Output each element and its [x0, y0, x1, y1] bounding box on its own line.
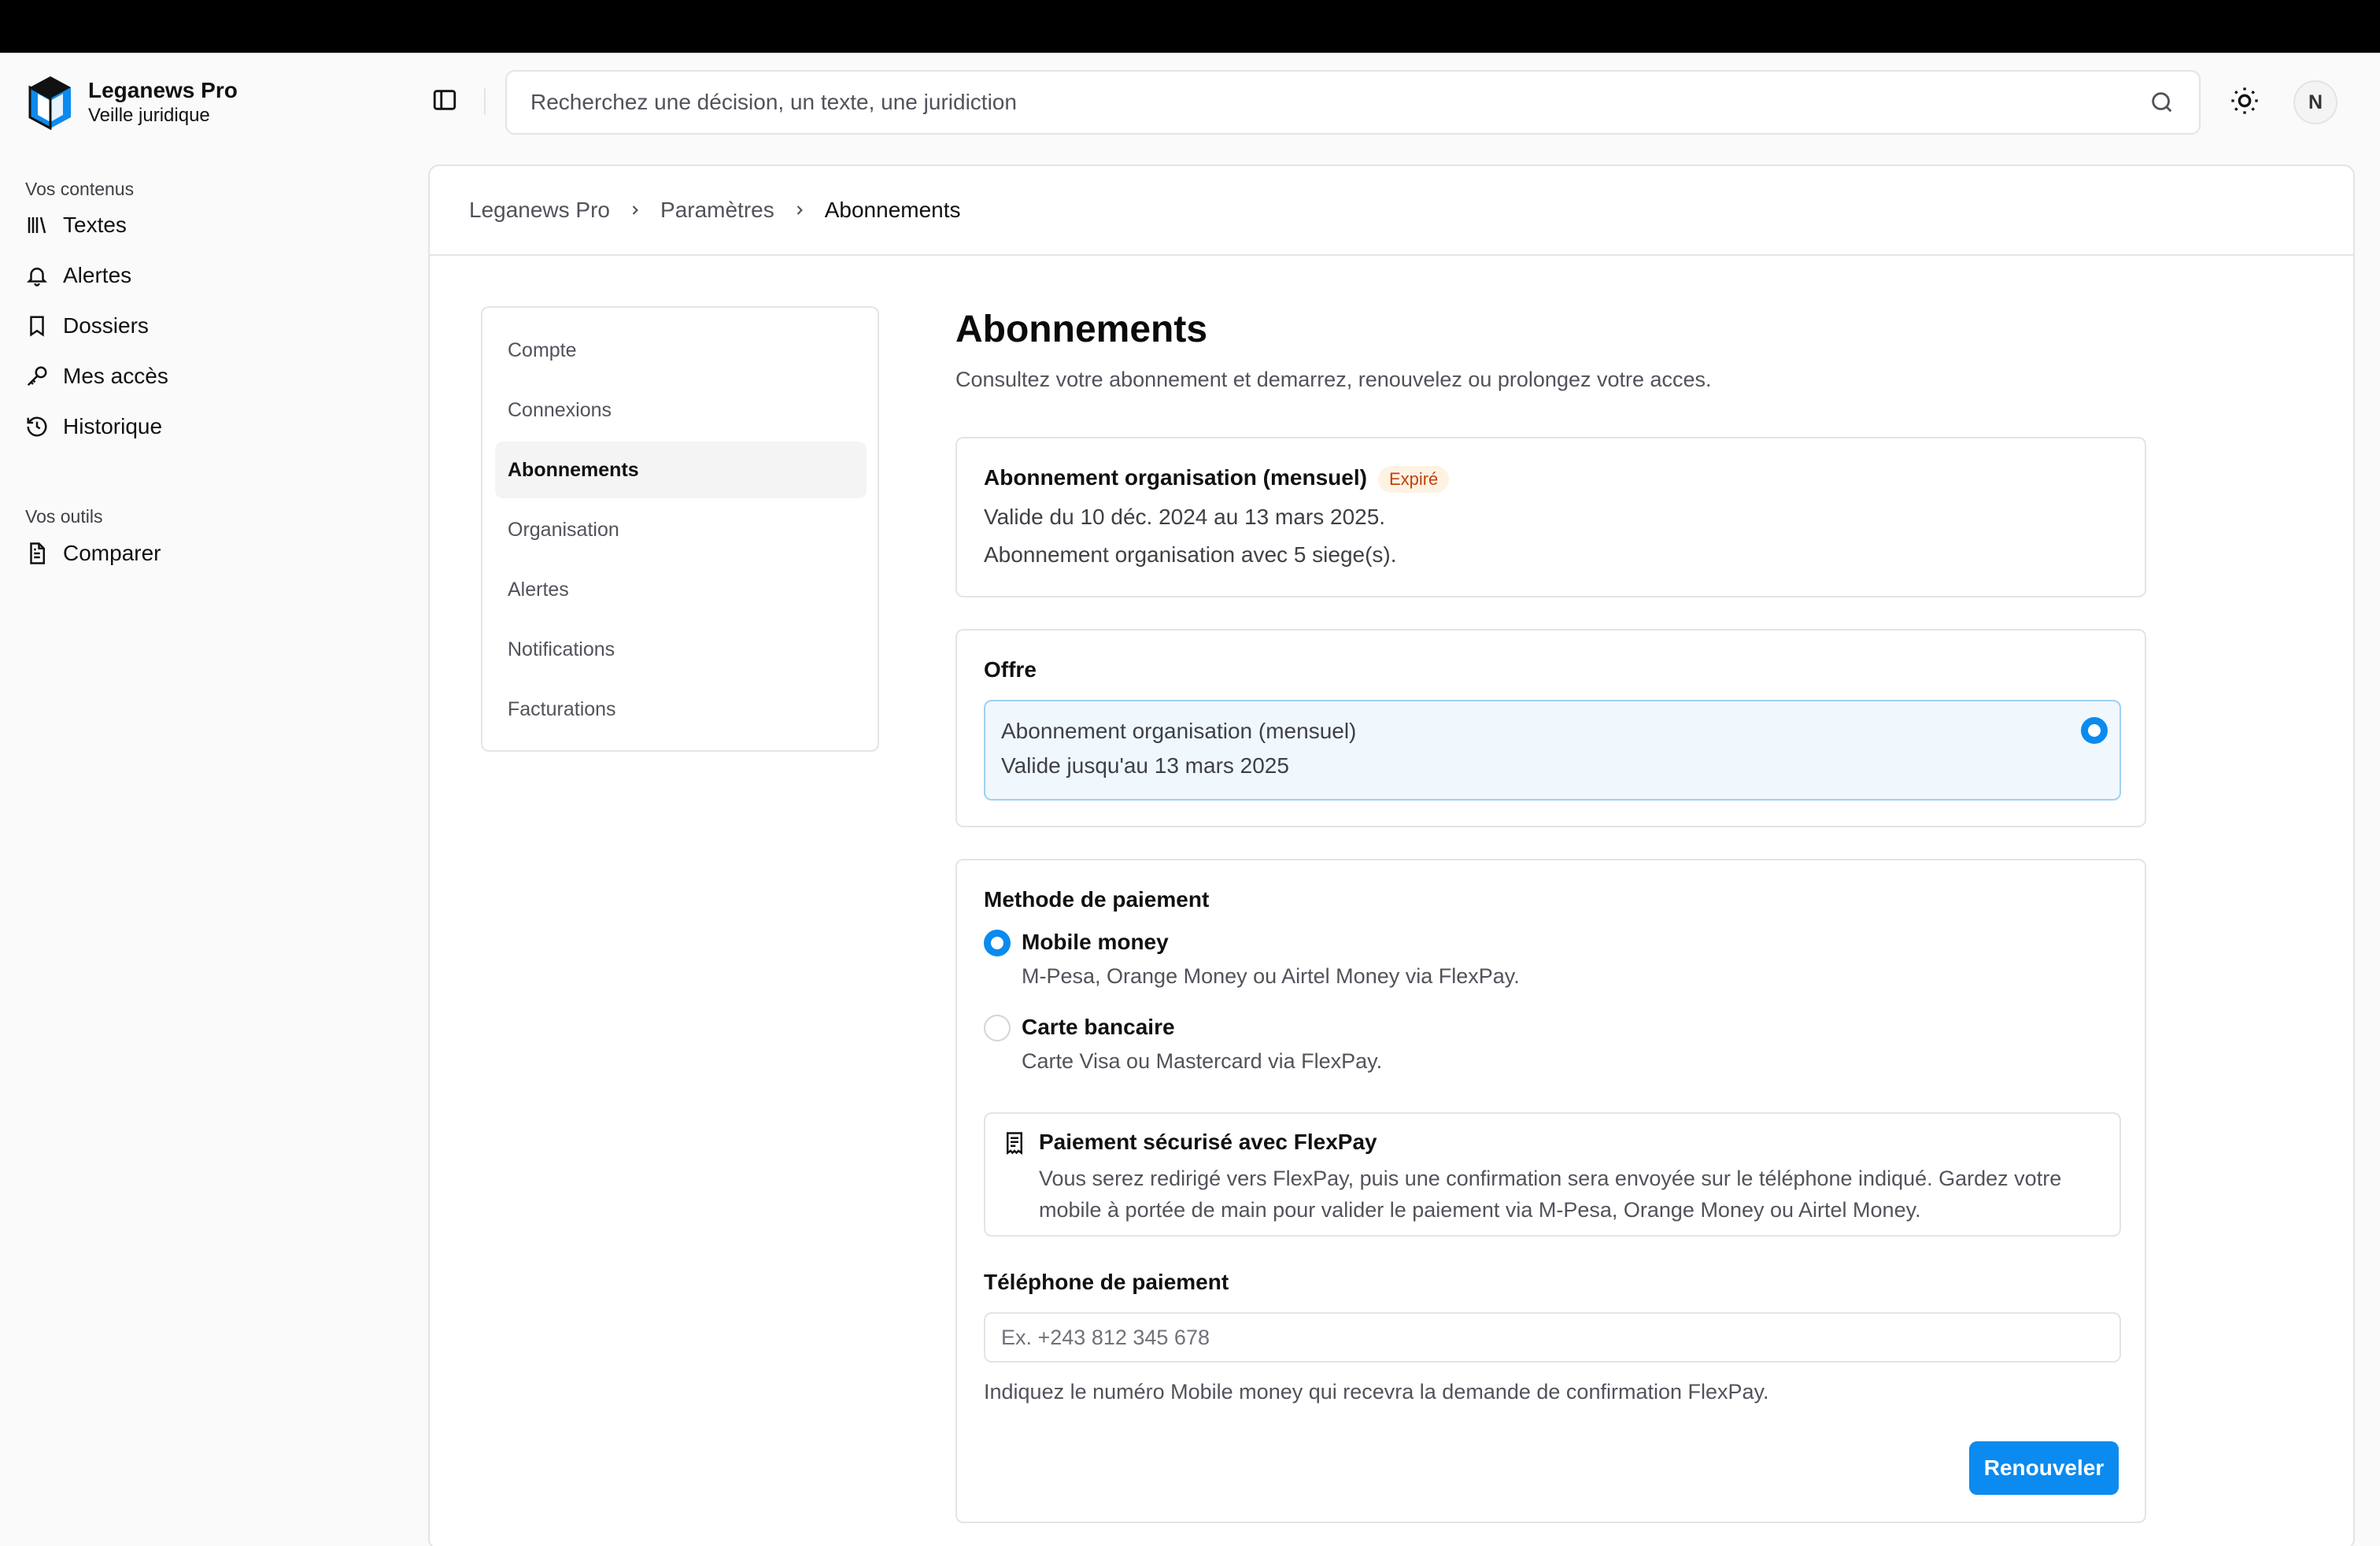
mobile-money-radio[interactable] [984, 930, 1011, 956]
phone-input[interactable] [984, 1312, 2121, 1363]
sidebar-item-label: Alertes [63, 263, 132, 287]
chevron-right-icon [796, 205, 803, 215]
nav-group-tools: Vos outils [25, 506, 103, 527]
page-description: Consultez votre abonnement et demarrez, … [955, 368, 1712, 391]
logo-icon [28, 76, 71, 130]
offer-validity: Valide jusqu'au 13 mars 2025 [1001, 753, 1289, 778]
document-icon [30, 542, 45, 564]
phone-label: Téléphone de paiement [984, 1270, 1229, 1294]
breadcrumb-current: Abonnements [824, 198, 961, 222]
sidebar-item-historique[interactable]: Historique [25, 406, 162, 447]
library-icon [28, 216, 46, 234]
history-icon [27, 416, 47, 437]
subscription-validity: Valide du 10 déc. 2024 au 13 mars 2025. [984, 505, 1386, 529]
brand-subtitle: Veille juridique [88, 105, 210, 126]
card-desc: Carte Visa ou Mastercard via FlexPay. [1022, 1049, 1383, 1073]
sidebar-item-label: Mes accès [63, 364, 168, 388]
offer-name: Abonnement organisation (mensuel) [1001, 719, 1357, 743]
offer-radio[interactable] [2081, 717, 2108, 744]
sun-icon[interactable] [2229, 85, 2260, 117]
subscription-title-row: Abonnement organisation (mensuel) Expiré [984, 465, 1450, 493]
flexpay-info-text: Vous serez redirigé vers FlexPay, puis u… [1039, 1167, 2062, 1222]
os-top-bar [0, 0, 2380, 53]
sidebar-item-comparer[interactable]: Comparer [25, 533, 161, 574]
mobile-money-desc: M-Pesa, Orange Money ou Airtel Money via… [1022, 964, 1520, 988]
brand-name: Leganews Pro [88, 78, 238, 102]
settings-item-alertes[interactable]: Alertes [495, 561, 867, 618]
sidebar-item-label: Textes [63, 213, 127, 237]
settings-item-facturations[interactable]: Facturations [495, 681, 867, 738]
header-divider [484, 88, 486, 115]
mobile-money-label[interactable]: Mobile money [1022, 930, 1169, 955]
sidebar-item-label: Dossiers [63, 313, 149, 338]
receipt-icon [1007, 1132, 1022, 1155]
search-bar [505, 70, 2201, 135]
settings-nav: Compte Connexions Abonnements Organisati… [481, 306, 879, 752]
key-icon [27, 366, 47, 386]
breadcrumb-parametres[interactable]: Paramètres [660, 198, 774, 223]
chevron-right-icon [632, 205, 638, 215]
settings-item-abonnements[interactable]: Abonnements [495, 442, 867, 498]
breadcrumb-home[interactable]: Leganews Pro [469, 198, 610, 223]
settings-item-notifications[interactable]: Notifications [495, 621, 867, 678]
bookmark-icon [30, 316, 44, 337]
bell-icon [26, 268, 48, 287]
subscription-card: Abonnement organisation (mensuel) Expiré … [955, 437, 2146, 597]
offer-option[interactable]: Abonnement organisation (mensuel) Valide… [984, 700, 2121, 801]
card-label[interactable]: Carte bancaire [1022, 1015, 1175, 1040]
sidebar: Leganews Pro Veille juridique Vos conten… [0, 53, 428, 1546]
sidebar-item-alertes[interactable]: Alertes [25, 255, 131, 296]
settings-item-connexions[interactable]: Connexions [495, 382, 867, 438]
flexpay-info-title: Paiement sécurisé avec FlexPay [1039, 1130, 1377, 1154]
breadcrumb: Leganews Pro Paramètres Abonnements [469, 198, 961, 223]
offer-card: Offre Abonnement organisation (mensuel) … [955, 629, 2146, 827]
sidebar-item-label: Historique [63, 414, 163, 438]
divider [430, 254, 2353, 256]
flexpay-info: Paiement sécurisé avec FlexPay Vous sere… [984, 1112, 2121, 1237]
card-radio[interactable] [984, 1015, 1011, 1041]
brand[interactable]: Leganews Pro Veille juridique [27, 75, 238, 130]
subscription-title: Abonnement organisation (mensuel) [984, 465, 1367, 490]
sidebar-item-textes[interactable]: Textes [25, 205, 127, 246]
status-badge: Expiré [1377, 465, 1450, 493]
page-title: Abonnements [955, 309, 1208, 350]
offer-label: Offre [984, 657, 1037, 682]
sidebar-toggle-icon[interactable] [431, 87, 458, 113]
payment-card: Methode de paiement Mobile money M-Pesa,… [955, 859, 2146, 1523]
payment-method-label: Methode de paiement [984, 887, 1210, 912]
nav-group-contents: Vos contenus [25, 179, 135, 199]
settings-item-organisation[interactable]: Organisation [495, 501, 867, 558]
settings-item-compte[interactable]: Compte [495, 322, 867, 379]
phone-help: Indiquez le numéro Mobile money qui rece… [984, 1380, 1769, 1404]
sidebar-item-label: Comparer [63, 541, 161, 565]
search-input[interactable] [530, 90, 2149, 115]
content: Abonnements Consultez votre abonnement e… [955, 306, 2146, 1523]
avatar[interactable]: N [2293, 80, 2338, 124]
sidebar-item-mes-acces[interactable]: Mes accès [25, 356, 168, 397]
sidebar-item-dossiers[interactable]: Dossiers [25, 305, 149, 346]
subscription-seats: Abonnement organisation avec 5 siege(s). [984, 542, 1397, 567]
main-panel: Leganews Pro Paramètres Abonnements Comp… [428, 165, 2355, 1546]
search-icon[interactable] [2149, 89, 2175, 116]
renew-button[interactable]: Renouveler [1969, 1441, 2119, 1495]
